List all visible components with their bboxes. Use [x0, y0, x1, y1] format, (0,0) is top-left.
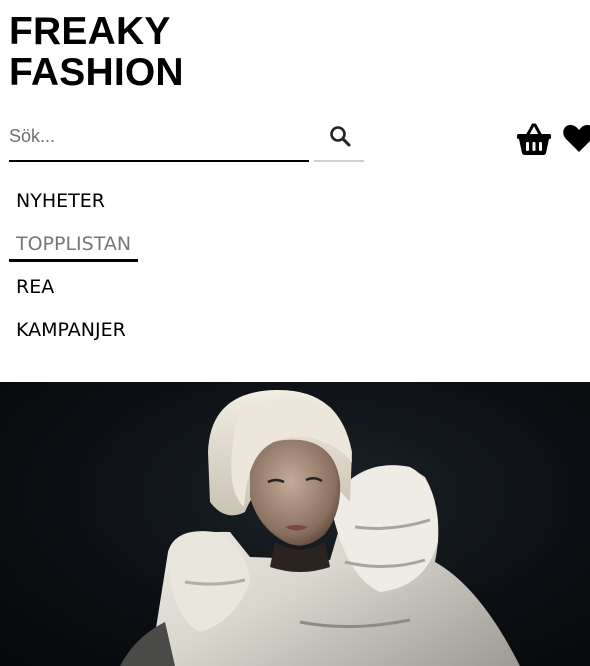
brand-logo[interactable]: FREAKY FASHION: [9, 11, 184, 93]
nav-link-kampanjer[interactable]: KAMPANJER: [9, 311, 133, 347]
brand-logo-line-1: FREAKY: [9, 10, 171, 53]
search-input[interactable]: [9, 122, 299, 150]
nav-link-nyheter[interactable]: NYHETER: [9, 182, 112, 218]
heart-icon: [563, 125, 590, 152]
nav-item-topplistan: TOPPLISTAN: [9, 225, 139, 268]
nav-link-rea[interactable]: REA: [9, 268, 61, 304]
search-field: [9, 112, 309, 162]
nav-link-topplistan[interactable]: TOPPLISTAN: [9, 225, 139, 262]
nav-item-kampanjer: KAMPANJER: [9, 311, 138, 354]
search-button[interactable]: [314, 112, 364, 162]
nav-item-rea: REA: [9, 268, 138, 311]
favorites-button[interactable]: [562, 122, 590, 156]
brand-logo-line-2: FASHION: [9, 51, 184, 94]
search-icon: [330, 126, 351, 147]
basket-icon: [517, 123, 551, 155]
cart-button[interactable]: [516, 122, 552, 156]
main-navigation: NYHETER TOPPLISTAN REA KAMPANJER: [9, 182, 139, 354]
page: FREAKY FASHION NYHETER TOPPLISTAN: [0, 0, 590, 666]
nav-item-nyheter: NYHETER: [9, 182, 138, 225]
hero-image: [0, 382, 590, 666]
hero-model-illustration: [120, 389, 520, 666]
